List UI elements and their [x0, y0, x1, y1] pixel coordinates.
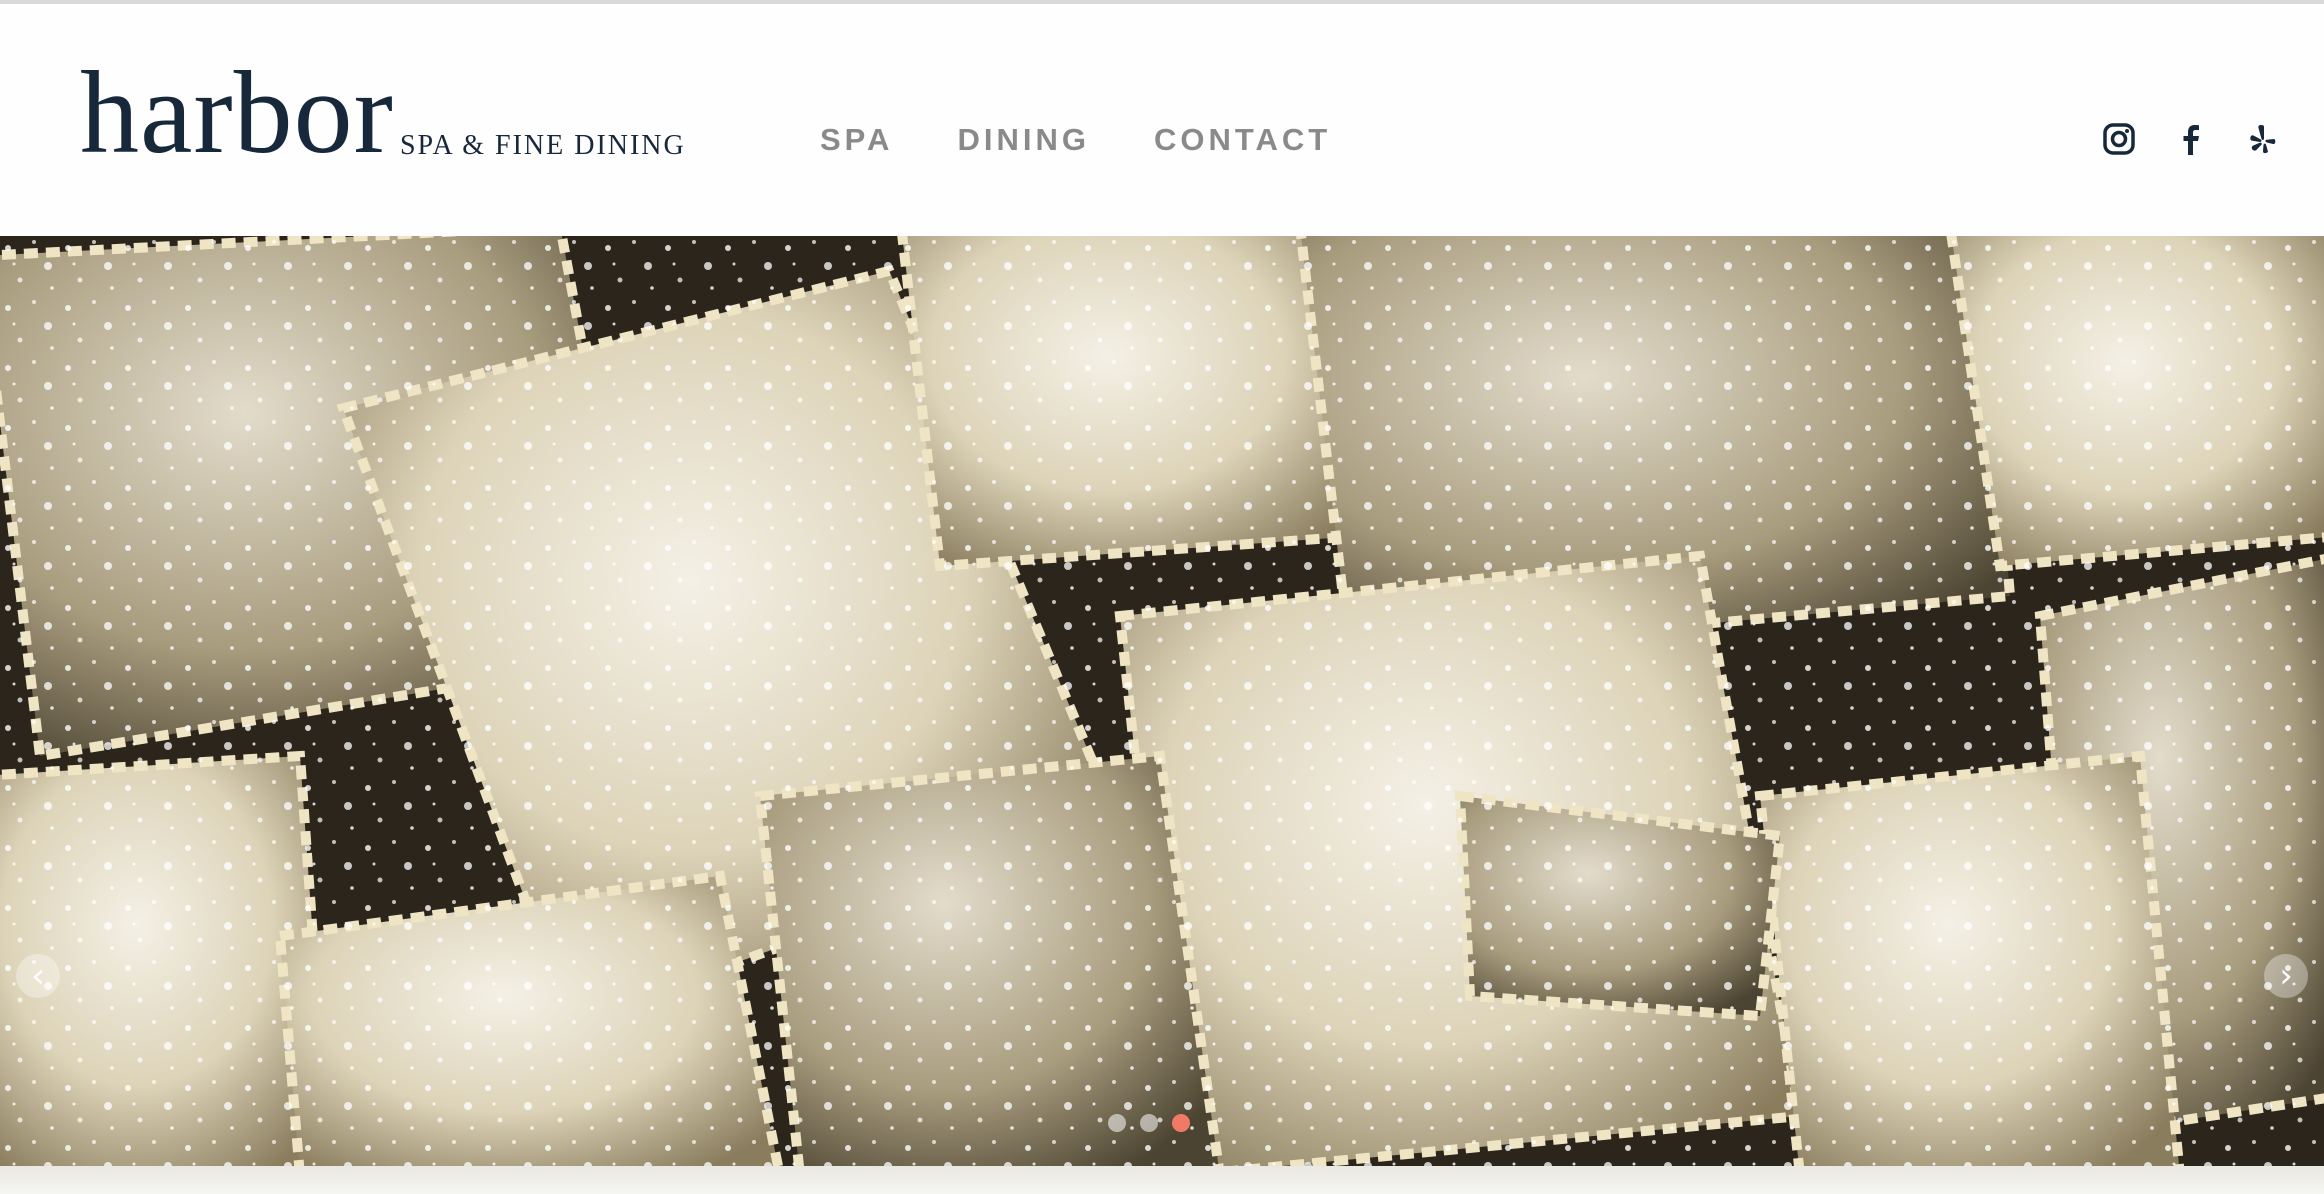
carousel-prev-button[interactable]: ‹: [16, 954, 60, 998]
nav-item-spa[interactable]: SPA: [820, 122, 893, 158]
ravioli-photo: [0, 236, 2324, 1166]
facebook-icon[interactable]: [2174, 122, 2208, 156]
logo-link[interactable]: harbor SPA & FINE DINING: [80, 52, 686, 172]
page-content-edge: [0, 1166, 2324, 1194]
site-header: harbor SPA & FINE DINING SPA DINING CONT…: [0, 4, 2324, 236]
main-nav: SPA DINING CONTACT: [820, 122, 1331, 158]
social-links: [2102, 122, 2280, 156]
carousel-dot-1[interactable]: [1108, 1114, 1126, 1132]
hero-carousel: ‹ ›: [0, 236, 2324, 1166]
instagram-icon[interactable]: [2102, 122, 2136, 156]
carousel-dots: [1108, 1114, 1190, 1132]
nav-item-dining[interactable]: DINING: [957, 122, 1090, 158]
yelp-icon[interactable]: [2246, 122, 2280, 156]
carousel-dot-2[interactable]: [1140, 1114, 1158, 1132]
carousel-next-button[interactable]: ›: [2264, 954, 2308, 998]
logo-wordmark: harbor: [80, 47, 394, 178]
nav-item-contact[interactable]: CONTACT: [1154, 122, 1331, 158]
logo-tagline: SPA & FINE DINING: [399, 130, 686, 161]
carousel-dot-3[interactable]: [1172, 1114, 1190, 1132]
